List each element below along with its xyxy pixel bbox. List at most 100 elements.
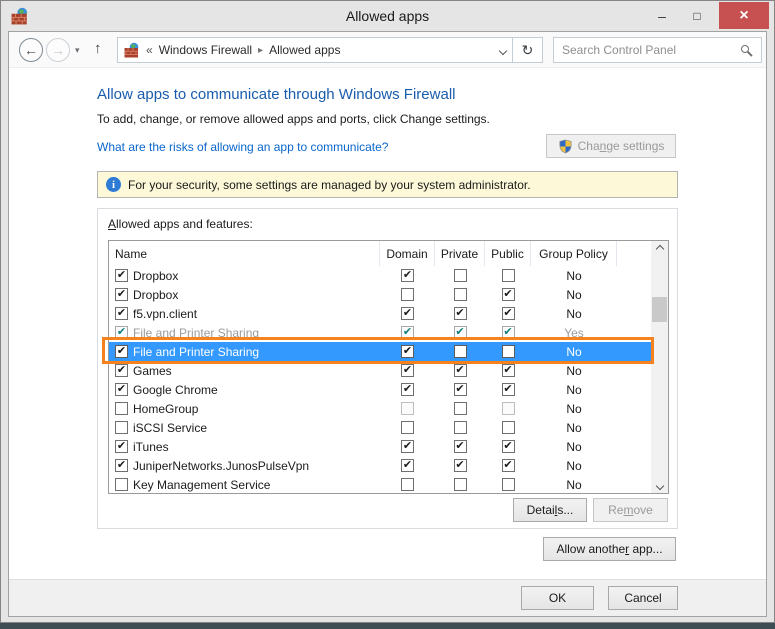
group-policy-value: No xyxy=(531,418,617,437)
group-policy-value: No xyxy=(531,342,617,361)
details-button[interactable]: Details... xyxy=(513,498,587,522)
domain-checkbox[interactable] xyxy=(401,478,414,491)
table-row[interactable]: ✔Dropbox✔No xyxy=(109,285,651,304)
minimize-button[interactable]: – xyxy=(647,2,677,29)
close-button[interactable]: × xyxy=(719,2,769,29)
public-checkbox[interactable] xyxy=(502,345,515,358)
private-checkbox[interactable] xyxy=(454,421,467,434)
app-enabled-checkbox[interactable]: ✔ xyxy=(115,269,128,282)
private-checkbox[interactable] xyxy=(454,345,467,358)
public-checkbox[interactable] xyxy=(502,478,515,491)
app-enabled-checkbox[interactable]: ✔ xyxy=(115,440,128,453)
domain-checkbox[interactable]: ✔ xyxy=(401,459,414,472)
remove-button[interactable]: Remove xyxy=(593,498,668,522)
table-row[interactable]: HomeGroupNo xyxy=(109,399,651,418)
domain-checkbox[interactable]: ✔ xyxy=(401,383,414,396)
table-row[interactable]: ✔iTunes✔✔✔No xyxy=(109,437,651,456)
list-label: Allowed apps and features: xyxy=(108,217,253,231)
up-button[interactable]: ↑ xyxy=(94,40,102,57)
recent-pages-dropdown-icon[interactable]: ▾ xyxy=(75,45,80,56)
table-row[interactable]: ✔File and Printer Sharing✔✔✔Yes xyxy=(109,323,651,342)
public-checkbox[interactable] xyxy=(502,421,515,434)
app-name: iSCSI Service xyxy=(133,421,207,435)
notice-text: For your security, some settings are man… xyxy=(128,178,531,192)
public-checkbox[interactable]: ✔ xyxy=(502,383,515,396)
cancel-button[interactable]: Cancel xyxy=(608,586,678,610)
public-checkbox[interactable]: ✔ xyxy=(502,288,515,301)
column-header-private[interactable]: Private xyxy=(435,241,485,266)
page-title: Allow apps to communicate through Window… xyxy=(97,86,455,103)
public-checkbox[interactable]: ✔ xyxy=(502,459,515,472)
change-settings-button[interactable]: Change settings xyxy=(546,134,676,158)
app-enabled-checkbox[interactable]: ✔ xyxy=(115,345,128,358)
scroll-down-button[interactable] xyxy=(651,478,668,493)
titlebar: Allowed apps – □ × xyxy=(1,1,774,31)
app-enabled-checkbox[interactable] xyxy=(115,402,128,415)
private-checkbox[interactable]: ✔ xyxy=(454,307,467,320)
app-enabled-checkbox[interactable]: ✔ xyxy=(115,383,128,396)
risks-help-link[interactable]: What are the risks of allowing an app to… xyxy=(97,140,388,154)
group-policy-value: No xyxy=(531,361,617,380)
private-checkbox: ✔ xyxy=(454,326,467,339)
domain-checkbox[interactable]: ✔ xyxy=(401,440,414,453)
table-row[interactable]: ✔Google Chrome✔✔✔No xyxy=(109,380,651,399)
allow-another-app-button[interactable]: Allow another app... xyxy=(543,537,676,561)
domain-checkbox[interactable]: ✔ xyxy=(401,269,414,282)
table-row[interactable]: Key Management ServiceNo xyxy=(109,475,651,493)
breadcrumb[interactable]: « Windows Firewall ▸ Allowed apps xyxy=(117,37,513,63)
uac-shield-icon xyxy=(558,139,573,154)
allowed-apps-groupbox: Allowed apps and features: Name Domain P… xyxy=(97,208,678,529)
public-checkbox[interactable]: ✔ xyxy=(502,440,515,453)
public-checkbox[interactable]: ✔ xyxy=(502,307,515,320)
public-checkbox[interactable] xyxy=(502,269,515,282)
table-row[interactable]: ✔File and Printer Sharing✔No xyxy=(109,342,651,361)
private-checkbox[interactable] xyxy=(454,288,467,301)
private-checkbox[interactable]: ✔ xyxy=(454,364,467,377)
table-row[interactable]: ✔JuniperNetworks.JunosPulseVpn✔✔✔No xyxy=(109,456,651,475)
scrollbar-track[interactable] xyxy=(651,241,668,493)
scroll-up-button[interactable] xyxy=(651,241,668,256)
table-row[interactable]: ✔Dropbox✔No xyxy=(109,266,651,285)
address-dropdown-icon[interactable] xyxy=(499,47,507,55)
domain-checkbox[interactable]: ✔ xyxy=(401,364,414,377)
search-icon xyxy=(741,45,749,53)
column-header-name[interactable]: Name xyxy=(109,241,380,266)
app-enabled-checkbox[interactable]: ✔ xyxy=(115,288,128,301)
column-header-public[interactable]: Public xyxy=(485,241,531,266)
breadcrumb-overflow-icon[interactable]: « xyxy=(146,43,153,57)
private-checkbox[interactable] xyxy=(454,478,467,491)
refresh-button[interactable]: ↻ xyxy=(512,37,543,63)
domain-checkbox[interactable]: ✔ xyxy=(401,307,414,320)
app-enabled-checkbox[interactable]: ✔ xyxy=(115,364,128,377)
app-name: Dropbox xyxy=(133,288,178,302)
table-row[interactable]: ✔f5.vpn.client✔✔✔No xyxy=(109,304,651,323)
app-enabled-checkbox[interactable] xyxy=(115,478,128,491)
breadcrumb-item-windows-firewall[interactable]: Windows Firewall xyxy=(159,43,252,57)
app-enabled-checkbox[interactable]: ✔ xyxy=(115,307,128,320)
app-enabled-checkbox[interactable]: ✔ xyxy=(115,459,128,472)
private-checkbox[interactable] xyxy=(454,402,467,415)
domain-checkbox[interactable]: ✔ xyxy=(401,345,414,358)
private-checkbox[interactable] xyxy=(454,269,467,282)
table-row[interactable]: ✔Games✔✔✔No xyxy=(109,361,651,380)
domain-checkbox[interactable] xyxy=(401,421,414,434)
ok-button[interactable]: OK xyxy=(521,586,594,610)
scrollbar-thumb[interactable] xyxy=(652,297,667,322)
app-enabled-checkbox[interactable] xyxy=(115,421,128,434)
private-checkbox[interactable]: ✔ xyxy=(454,440,467,453)
app-name: Google Chrome xyxy=(133,383,218,397)
search-input[interactable] xyxy=(554,38,761,62)
table-row[interactable]: iSCSI Service No xyxy=(109,418,651,437)
private-checkbox[interactable]: ✔ xyxy=(454,383,467,396)
column-header-domain[interactable]: Domain xyxy=(380,241,435,266)
private-checkbox[interactable]: ✔ xyxy=(454,459,467,472)
back-button[interactable]: ← xyxy=(19,38,43,62)
column-header-group-policy[interactable]: Group Policy xyxy=(531,241,617,266)
maximize-button[interactable]: □ xyxy=(682,2,712,29)
app-name: iTunes xyxy=(133,440,169,454)
forward-button[interactable]: → xyxy=(46,38,70,62)
public-checkbox[interactable]: ✔ xyxy=(502,364,515,377)
breadcrumb-item-allowed-apps[interactable]: Allowed apps xyxy=(269,43,340,57)
app-name: Dropbox xyxy=(133,269,178,283)
domain-checkbox[interactable] xyxy=(401,288,414,301)
